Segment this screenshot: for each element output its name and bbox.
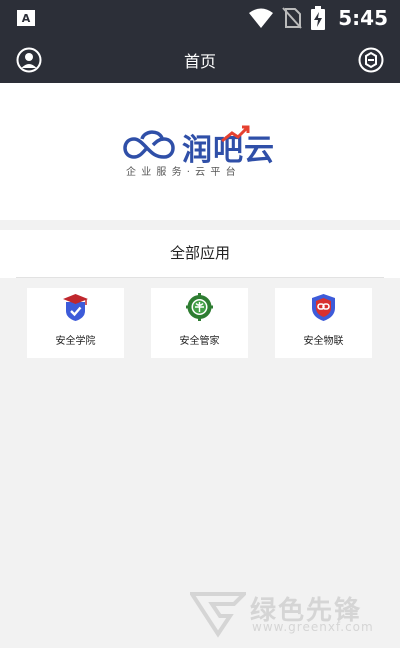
- app-label: 安全管家: [179, 336, 220, 347]
- page-title: 首页: [183, 52, 216, 71]
- app-label: 安全学院: [55, 336, 96, 347]
- status-time: 5:45: [338, 6, 388, 30]
- gear-globe-icon: [186, 293, 213, 321]
- section-title: 全部应用: [169, 244, 230, 262]
- no-sim-icon: [282, 7, 302, 29]
- logo-accent-mark: [221, 125, 250, 143]
- app-card-safety-steward[interactable]: 安全管家: [151, 288, 248, 358]
- divider: [16, 277, 384, 278]
- battery-charging-icon: [311, 6, 326, 30]
- status-bar: A 5:45: [0, 0, 400, 36]
- watermark: 绿色先锋 www.greenxf.com: [190, 590, 390, 640]
- cloud-logo-icon: [123, 130, 175, 159]
- scan-icon[interactable]: [358, 47, 384, 73]
- link-shield-icon: [312, 294, 335, 321]
- apps-section-header: 全部应用: [0, 230, 400, 278]
- app-card-safety-academy[interactable]: 安全学院: [27, 288, 124, 358]
- app-card-safety-iot[interactable]: 安全物联: [275, 288, 372, 358]
- logo-slogan: 企业服务·云平台: [126, 167, 241, 178]
- brand-logo: 润吧云 企业服务·云平台: [120, 125, 285, 181]
- graduation-shield-icon: [63, 294, 88, 321]
- app-bar: 首页: [0, 36, 400, 83]
- wifi-icon: [249, 8, 274, 28]
- banner: 润吧云 企业服务·云平台: [0, 83, 400, 220]
- watermark-logo-icon: [190, 592, 246, 638]
- watermark-url: www.greenxf.com: [252, 620, 374, 634]
- app-notification-icon: A: [17, 10, 35, 26]
- app-label: 安全物联: [303, 336, 344, 347]
- svg-text:A: A: [22, 12, 31, 25]
